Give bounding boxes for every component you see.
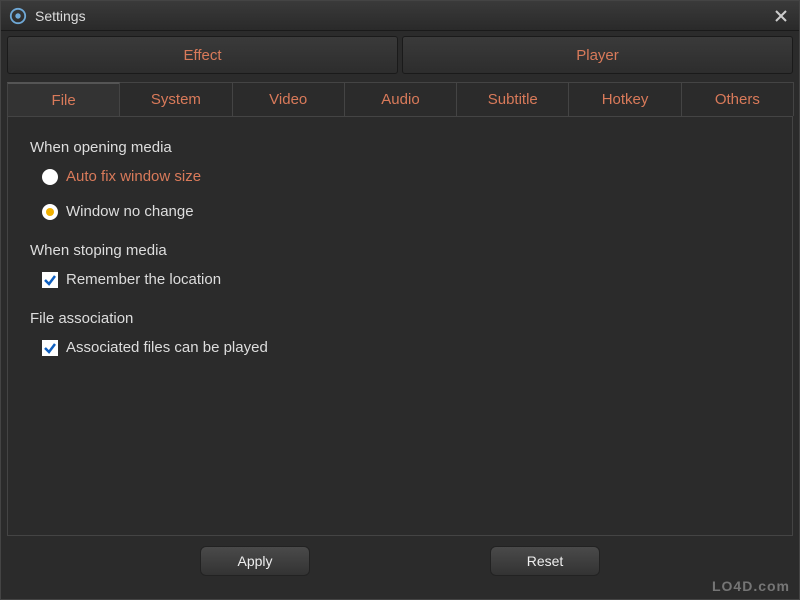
sub-tabs: File System Video Audio Subtitle Hotkey … [1,74,799,116]
titlebar: Settings [1,1,799,31]
radio-auto-fix[interactable]: Auto fix window size [42,168,770,185]
main-tabs: Effect Player [1,31,799,74]
check-remember-location[interactable]: Remember the location [42,271,770,288]
subtab-video[interactable]: Video [232,82,345,116]
subtab-file[interactable]: File [7,82,120,116]
checkbox-icon [42,272,58,288]
radio-label-auto-fix: Auto fix window size [66,168,201,185]
check-label-remember: Remember the location [66,271,221,288]
content-panel: When opening media Auto fix window size … [7,116,793,536]
radio-icon [42,169,58,185]
tab-effect[interactable]: Effect [7,36,398,74]
check-associated-files[interactable]: Associated files can be played [42,339,770,356]
section-opening-title: When opening media [30,139,770,156]
reset-button[interactable]: Reset [490,546,600,576]
button-row: Apply Reset [1,536,799,576]
window-title: Settings [35,8,771,24]
watermark: LO4D.com [712,578,790,594]
subtab-subtitle[interactable]: Subtitle [456,82,569,116]
subtab-audio[interactable]: Audio [344,82,457,116]
radio-no-change[interactable]: Window no change [42,203,770,220]
checkbox-icon [42,340,58,356]
apply-button[interactable]: Apply [200,546,310,576]
close-button[interactable] [771,6,791,26]
radio-icon [42,204,58,220]
section-association-title: File association [30,310,770,327]
tab-player[interactable]: Player [402,36,793,74]
subtab-hotkey[interactable]: Hotkey [568,82,681,116]
check-label-associated: Associated files can be played [66,339,268,356]
app-icon [9,7,27,25]
subtab-system[interactable]: System [119,82,232,116]
radio-label-no-change: Window no change [66,203,194,220]
section-stopping-title: When stoping media [30,242,770,259]
settings-window: Settings Effect Player File System Video… [0,0,800,600]
subtab-others[interactable]: Others [681,82,794,116]
